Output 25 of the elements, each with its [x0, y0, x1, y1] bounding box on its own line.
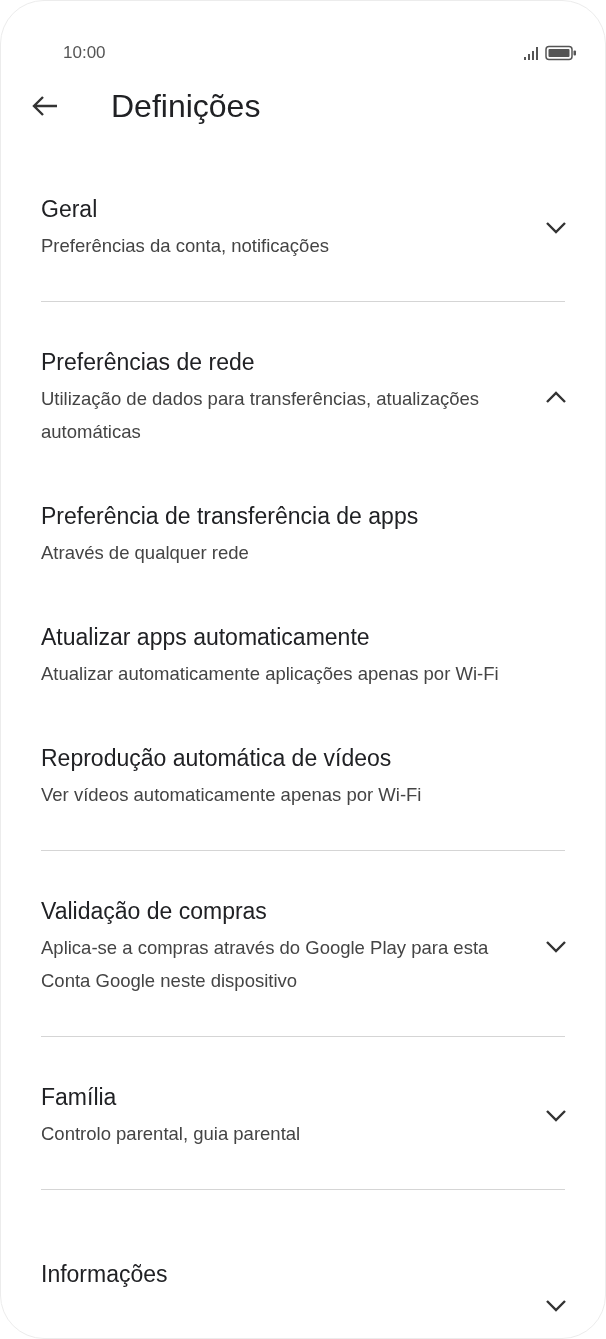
section-subtitle: Utilização de dados para transferências, atualizações automáticas — [41, 387, 481, 444]
section-subtitle: Aplica-se a compras através do Google Play para esta Conta Google neste dispositivo — [41, 936, 490, 993]
section-subtitle: Preferências da conta, notificações — [41, 234, 329, 258]
status-time: 10:00 — [63, 42, 106, 65]
setting-subtitle: Atualizar automaticamente aplicações apenas por Wi-Fi — [41, 662, 500, 686]
section-title: Geral — [41, 195, 99, 224]
section-title: Informações — [41, 1259, 168, 1289]
section-title: Validação de compras — [41, 897, 268, 926]
signal-icon — [523, 45, 541, 61]
setting-title: Reprodução automática de vídeos — [41, 744, 393, 773]
section-subtitle: Controlo parental, guia parental — [41, 1122, 301, 1146]
setting-title: Atualizar apps automaticamente — [41, 623, 371, 652]
chevron-down-icon[interactable] — [545, 1108, 567, 1123]
setting-title: Preferência de transferência de apps — [41, 502, 420, 531]
page-title: Definições — [111, 87, 261, 126]
chevron-down-icon[interactable] — [545, 938, 567, 954]
back-icon[interactable] — [31, 94, 59, 118]
chevron-down-icon[interactable] — [545, 220, 567, 235]
setting-subtitle: Através de qualquer rede — [41, 541, 250, 565]
section-title: Família — [41, 1083, 118, 1112]
setting-subtitle: Ver vídeos automaticamente apenas por Wi-Fi — [41, 783, 423, 807]
battery-icon — [545, 45, 577, 61]
chevron-up-icon[interactable] — [545, 389, 567, 405]
chevron-down-icon[interactable] — [545, 1298, 567, 1313]
section-title: Preferências de rede — [41, 348, 256, 377]
